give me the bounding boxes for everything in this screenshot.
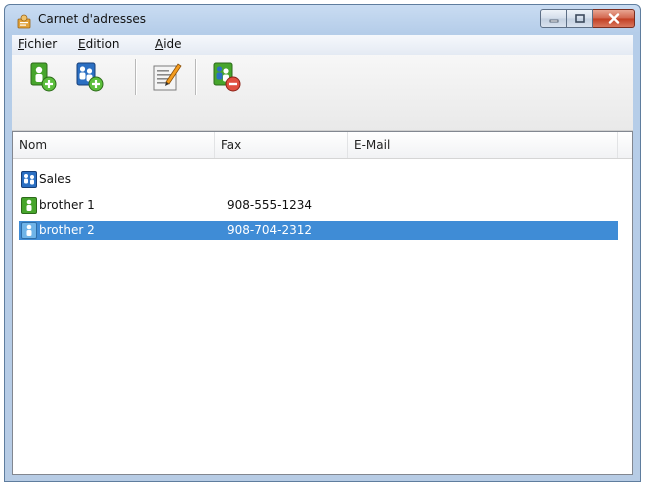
row-fax: 908-704-2312 — [227, 223, 313, 237]
title-bar[interactable]: Carnet d'adresses — [5, 5, 640, 35]
menu-fichier[interactable]: Fichier — [18, 37, 57, 51]
window-title: Carnet d'adresses — [38, 12, 147, 26]
edit-button[interactable] — [149, 59, 185, 95]
column-header-email[interactable]: E-Mail — [348, 132, 618, 158]
row-name: brother 2 — [39, 223, 95, 237]
minimize-icon — [549, 19, 558, 22]
menu-edition-mnemonic: E — [78, 37, 86, 51]
maximize-button[interactable] — [567, 9, 593, 28]
toolbar-separator — [135, 59, 137, 95]
menu-aide-mnemonic: A — [155, 37, 164, 51]
add-member-button[interactable] — [25, 59, 61, 95]
edit-icon — [153, 63, 182, 91]
address-book-window: Carnet d'adresses Fichier Edition Aide N… — [4, 4, 641, 482]
delete-icon — [213, 62, 241, 92]
row-name: brother 1 — [39, 198, 95, 212]
close-button[interactable] — [593, 9, 635, 28]
minimize-button[interactable] — [540, 9, 567, 28]
menu-aide[interactable]: Aide — [155, 37, 182, 51]
toolbar — [12, 55, 633, 131]
menu-fichier-label: ichier — [24, 37, 58, 51]
address-book-icon — [17, 14, 31, 29]
group-icon — [21, 171, 37, 188]
menu-bar: Fichier Edition Aide — [12, 35, 633, 55]
list-item-selected[interactable]: brother 2 908-704-2312 — [19, 221, 618, 240]
address-list[interactable]: Nom Fax E-Mail Sales brother 1 908-555-1… — [12, 131, 633, 475]
person-icon — [21, 197, 37, 214]
maximize-icon — [574, 14, 585, 23]
row-fax: 908-555-1234 — [227, 198, 313, 212]
window-controls — [540, 9, 635, 29]
column-header-nom[interactable]: Nom — [13, 132, 215, 158]
menu-edition-label: dition — [85, 37, 120, 51]
add-member-icon — [30, 62, 57, 92]
toolbar-separator-2 — [195, 59, 197, 95]
close-icon — [608, 13, 619, 24]
person-icon — [21, 222, 37, 239]
list-item[interactable]: Sales — [19, 170, 618, 189]
menu-aide-label: ide — [163, 37, 182, 51]
add-group-button[interactable] — [71, 59, 107, 95]
delete-button[interactable] — [209, 59, 245, 95]
add-group-icon — [76, 62, 104, 92]
list-item[interactable]: brother 1 908-555-1234 — [19, 196, 618, 215]
menu-edition[interactable]: Edition — [78, 37, 120, 51]
row-name: Sales — [39, 172, 71, 186]
list-header: Nom Fax E-Mail — [13, 132, 632, 159]
column-header-fax[interactable]: Fax — [215, 132, 348, 158]
